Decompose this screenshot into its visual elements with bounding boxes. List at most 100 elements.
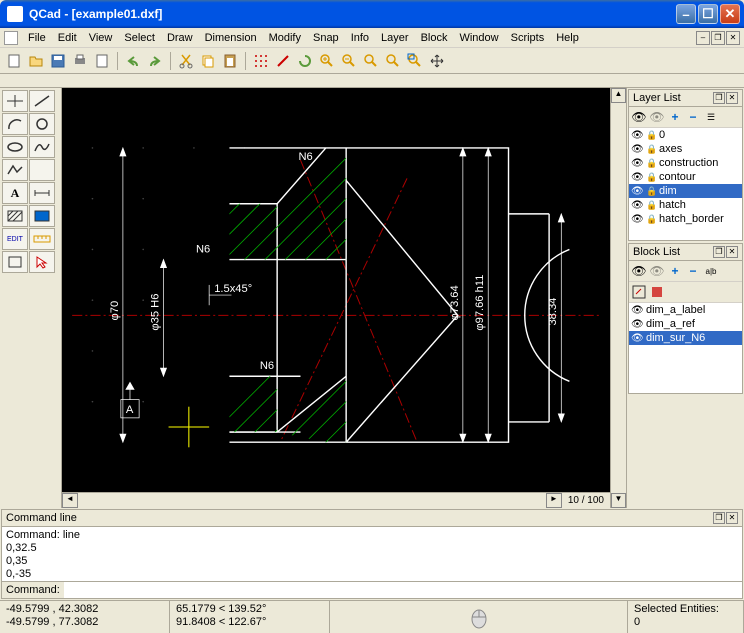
draft-button[interactable]: [273, 51, 293, 71]
hatch-tool[interactable]: [2, 205, 28, 227]
block-remove-button[interactable]: −: [685, 263, 701, 279]
eye-icon[interactable]: 👁: [631, 172, 643, 183]
layer-edit-button[interactable]: ☰: [703, 109, 719, 125]
redraw-button[interactable]: [295, 51, 315, 71]
titlebar: QCad - [example01.dxf] – ☐ ✕: [0, 0, 744, 28]
drawing-canvas[interactable]: φ70 φ35 H6 1.5x45° φ73.64 φ97.66 h11 38.…: [62, 88, 610, 492]
layer-add-button[interactable]: +: [667, 109, 683, 125]
copy-button[interactable]: [198, 51, 218, 71]
vertical-scrollbar[interactable]: ▲ ▼: [610, 88, 626, 508]
lock-icon[interactable]: 🔒: [646, 130, 656, 141]
block-edit-button[interactable]: [631, 284, 647, 300]
panel-close-button[interactable]: ✕: [726, 246, 738, 258]
close-button[interactable]: ✕: [720, 4, 740, 24]
layer-list-title: Layer List: [633, 92, 712, 104]
eye-icon[interactable]: 👁: [631, 305, 643, 316]
zoom-window-button[interactable]: [405, 51, 425, 71]
minimize-button[interactable]: –: [676, 4, 696, 24]
scroll-left-button[interactable]: ◄: [62, 493, 78, 508]
point-tool[interactable]: [2, 90, 28, 112]
eye-icon[interactable]: 👁: [631, 214, 643, 225]
menu-view[interactable]: View: [83, 30, 119, 46]
zoom-prev-button[interactable]: [383, 51, 403, 71]
eye-icon[interactable]: 👁: [631, 158, 643, 169]
menu-select[interactable]: Select: [118, 30, 161, 46]
pan-button[interactable]: [427, 51, 447, 71]
paste-button[interactable]: [220, 51, 240, 71]
panel-undock-button[interactable]: ❐: [713, 246, 725, 258]
menu-modify[interactable]: Modify: [263, 30, 307, 46]
maximize-button[interactable]: ☐: [698, 4, 718, 24]
eye-icon[interactable]: 👁: [631, 130, 643, 141]
block-list[interactable]: 👁dim_a_label 👁dim_a_ref 👁dim_sur_N6: [629, 303, 742, 393]
eye-icon[interactable]: 👁: [631, 186, 643, 197]
mdi-min-button[interactable]: –: [696, 31, 710, 45]
polyline-tool[interactable]: [2, 159, 28, 181]
zoom-auto-button[interactable]: [361, 51, 381, 71]
horizontal-scrollbar[interactable]: ◄ ► 10 / 100: [62, 492, 610, 508]
text-tool[interactable]: A: [2, 182, 28, 204]
print-preview-button[interactable]: [92, 51, 112, 71]
print-button[interactable]: [70, 51, 90, 71]
layer-list[interactable]: 👁🔒0 👁🔒axes 👁🔒construction 👁🔒contour 👁🔒di…: [629, 128, 742, 240]
grid-button[interactable]: [251, 51, 271, 71]
lock-icon[interactable]: 🔒: [646, 200, 656, 211]
save-button[interactable]: [48, 51, 68, 71]
eye-icon[interactable]: 👁: [631, 200, 643, 211]
lock-icon[interactable]: 🔒: [646, 144, 656, 155]
menu-layer[interactable]: Layer: [375, 30, 415, 46]
menu-info[interactable]: Info: [345, 30, 375, 46]
panel-close-button[interactable]: ✕: [726, 92, 738, 104]
mdi-close-button[interactable]: ✕: [726, 31, 740, 45]
command-history[interactable]: Command: line 0,32.5 0,35 0,-35: [2, 527, 742, 581]
open-button[interactable]: [26, 51, 46, 71]
menu-window[interactable]: Window: [453, 30, 504, 46]
circle-tool[interactable]: [29, 113, 55, 135]
menu-dimension[interactable]: Dimension: [199, 30, 263, 46]
lock-icon[interactable]: 🔒: [646, 158, 656, 169]
layer-vis-all-icon[interactable]: 👁: [631, 109, 647, 125]
menu-block[interactable]: Block: [415, 30, 454, 46]
menu-scripts[interactable]: Scripts: [505, 30, 551, 46]
eye-icon[interactable]: 👁: [631, 144, 643, 155]
line-tool[interactable]: [29, 90, 55, 112]
menu-snap[interactable]: Snap: [307, 30, 345, 46]
menu-help[interactable]: Help: [550, 30, 585, 46]
block-vis-all-icon[interactable]: 👁: [631, 263, 647, 279]
command-input[interactable]: [64, 582, 742, 598]
block-insert-button[interactable]: [649, 284, 665, 300]
edit-tool[interactable]: EDIT: [2, 228, 28, 250]
measure-tool[interactable]: [29, 228, 55, 250]
ellipse-tool[interactable]: [2, 136, 28, 158]
lock-icon[interactable]: 🔒: [646, 172, 656, 183]
menu-edit[interactable]: Edit: [52, 30, 83, 46]
spline-tool[interactable]: [29, 136, 55, 158]
block-rename-button[interactable]: a|b: [703, 263, 719, 279]
undo-button[interactable]: [123, 51, 143, 71]
zoom-in-button[interactable]: [317, 51, 337, 71]
panel-undock-button[interactable]: ❐: [713, 512, 725, 524]
eye-icon[interactable]: 👁: [631, 319, 643, 330]
zoom-out-button[interactable]: [339, 51, 359, 71]
block-tool[interactable]: [2, 251, 28, 273]
eye-icon[interactable]: 👁: [631, 333, 643, 344]
menu-draw[interactable]: Draw: [161, 30, 199, 46]
new-button[interactable]: [4, 51, 24, 71]
lock-icon[interactable]: 🔒: [646, 214, 656, 225]
cut-button[interactable]: [176, 51, 196, 71]
block-add-button[interactable]: +: [667, 263, 683, 279]
image-tool[interactable]: [29, 205, 55, 227]
block-vis-none-icon[interactable]: 👁: [649, 263, 665, 279]
scroll-right-button[interactable]: ►: [546, 493, 562, 508]
redo-button[interactable]: [145, 51, 165, 71]
arc-tool[interactable]: [2, 113, 28, 135]
select-tool[interactable]: [29, 251, 55, 273]
mdi-restore-button[interactable]: ❐: [711, 31, 725, 45]
layer-remove-button[interactable]: −: [685, 109, 701, 125]
panel-undock-button[interactable]: ❐: [713, 92, 725, 104]
lock-icon[interactable]: 🔒: [646, 186, 656, 197]
menu-file[interactable]: File: [22, 30, 52, 46]
dimension-tool[interactable]: [29, 182, 55, 204]
layer-vis-none-icon[interactable]: 👁: [649, 109, 665, 125]
panel-close-button[interactable]: ✕: [726, 512, 738, 524]
